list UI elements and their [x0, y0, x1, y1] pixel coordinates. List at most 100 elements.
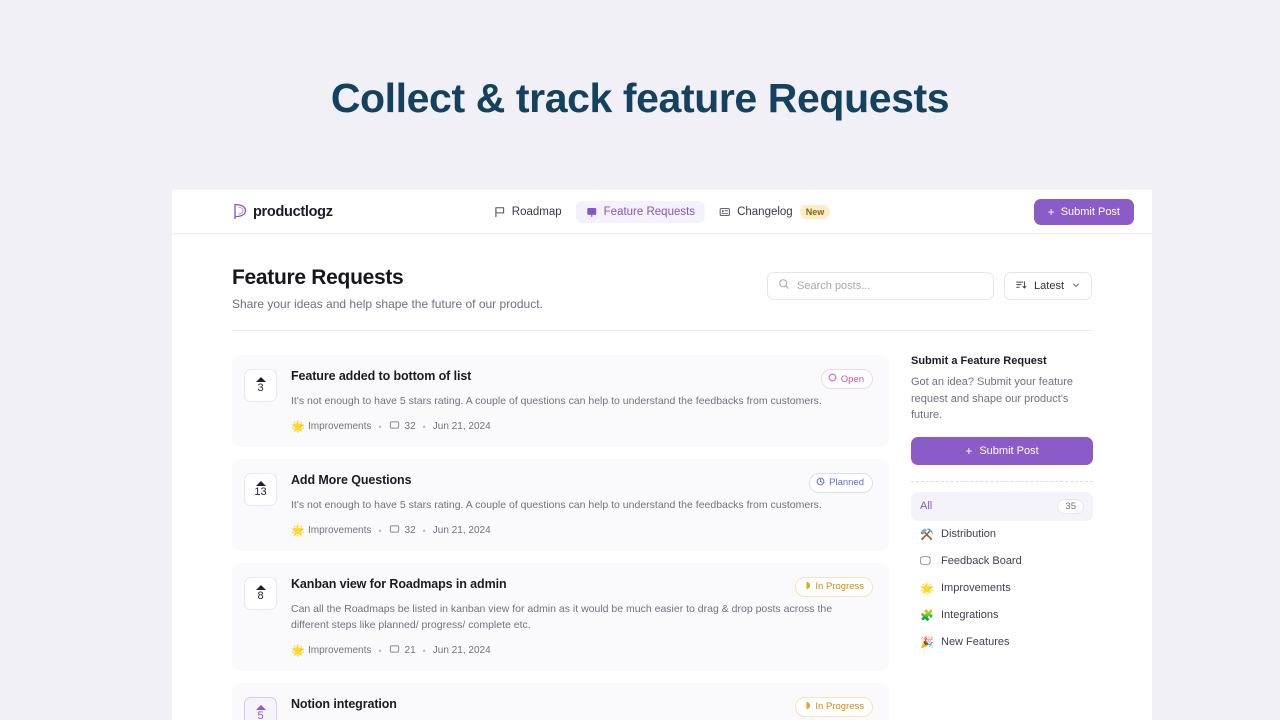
vote-count: 5	[257, 709, 264, 720]
post-description: It's not enough to have 5 stars rating. …	[291, 498, 822, 511]
status-badge: In Progress	[795, 576, 873, 597]
hero-title: Collect & track feature Requests	[330, 74, 950, 121]
separator-dot: •	[378, 645, 382, 656]
post-top-row: Add More Questions Planned	[291, 472, 873, 493]
sort-label: Latest	[1034, 280, 1064, 292]
vote-count: 13	[254, 485, 267, 498]
sort-icon	[1015, 279, 1027, 294]
post-date: Jun 21, 2024	[432, 421, 491, 433]
post-date: Jun 21, 2024	[432, 525, 491, 537]
separator-dot: •	[378, 525, 382, 536]
plus-icon: +	[965, 443, 973, 458]
separator-dot: •	[378, 421, 382, 432]
category-label: Improvements	[941, 582, 1011, 594]
search-icon	[778, 277, 790, 295]
post-date: Jun 21, 2024	[432, 645, 491, 657]
post-body: Notion integration In Progress	[291, 696, 873, 720]
vote-count: 3	[257, 382, 264, 394]
comment-count: 32	[404, 421, 416, 433]
hero-section: Collect & track feature Requests	[0, 0, 1280, 190]
post-card[interactable]: 8 Kanban view for Roadmaps in admin In P…	[232, 562, 889, 671]
post-top-row: Feature added to bottom of list Open	[291, 369, 873, 389]
flag-icon	[494, 206, 506, 218]
nav-item-roadmap[interactable]: Roadmap	[484, 201, 572, 223]
separator-dot: •	[422, 525, 426, 536]
sidebar-description: Got an idea? Submit your feature request…	[911, 376, 1074, 421]
post-card[interactable]: 3 Feature added to bottom of list Open I…	[232, 355, 889, 447]
nav-label: Roadmap	[511, 205, 562, 218]
category-label: Integrations	[941, 609, 999, 621]
category-emoji-icon: 🎉	[920, 636, 934, 649]
upvote-button[interactable]: 3	[244, 369, 277, 402]
category-emoji-icon: 🌟	[291, 421, 305, 434]
post-category: 🌟 Improvements	[291, 524, 371, 537]
submit-post-label: Submit Post	[1060, 205, 1120, 218]
page-header-text: Feature Requests Share your ideas and he…	[232, 266, 543, 311]
post-title: Add More Questions	[291, 472, 412, 487]
page-content: Feature Requests Share your ideas and he…	[172, 234, 1152, 720]
sidebar-category-distribution[interactable]: ⚒️ Distribution	[911, 521, 1093, 548]
post-card[interactable]: 5 Notion integration In Progress	[232, 682, 889, 720]
category-emoji-icon: 🌟	[291, 525, 305, 538]
nav-item-feature-requests[interactable]: Feature Requests	[575, 200, 706, 223]
category-label: Improvements	[308, 421, 372, 433]
comment-icon	[389, 644, 400, 658]
chevron-down-icon	[1071, 280, 1081, 293]
post-title: Feature added to bottom of list	[291, 369, 472, 383]
post-card[interactable]: 13 Add More Questions Planned It's not e…	[232, 458, 889, 551]
status-badge: In Progress	[795, 696, 873, 717]
category-emoji-icon: 🌟	[291, 645, 305, 658]
post-title: Kanban view for Roadmaps in admin	[291, 576, 507, 591]
post-comments: 32	[389, 524, 416, 538]
category-label: New Features	[941, 636, 1010, 648]
category-emoji-icon: 🧩	[920, 609, 934, 622]
nav-label: Feature Requests	[603, 205, 696, 218]
page-title: Feature Requests	[232, 266, 404, 289]
header-tools: Latest	[767, 272, 1092, 300]
category-emoji-icon: 🌟	[920, 582, 934, 595]
search-box[interactable]	[767, 272, 995, 300]
post-category: 🌟 Improvements	[291, 420, 371, 433]
sort-dropdown[interactable]: Latest	[1004, 272, 1092, 300]
post-description: Can all the Roadmaps be listed in kanban…	[291, 602, 833, 631]
status-label: Open	[840, 373, 864, 385]
nav-badge-new: New	[799, 204, 831, 219]
post-body: Feature added to bottom of list Open It'…	[291, 369, 873, 434]
submit-post-button-sidebar[interactable]: + Submit Post	[911, 436, 1093, 465]
category-label: Feedback Board	[941, 555, 1022, 567]
upvote-button[interactable]: 13	[244, 472, 277, 506]
brand-logo[interactable]: productlogz	[232, 203, 333, 220]
app-window: productlogz Roadmap Feature Requests Cha…	[172, 190, 1152, 720]
upvote-button[interactable]: 8	[244, 576, 277, 610]
sidebar-category-integrations[interactable]: 🧩 Integrations	[911, 602, 1093, 629]
submit-post-button-top[interactable]: + Submit Post	[1033, 198, 1134, 225]
post-description: It's not enough to have 5 stars rating. …	[291, 395, 822, 407]
nav-item-changelog[interactable]: Changelog New	[709, 200, 840, 224]
posts-feed: 3 Feature added to bottom of list Open I…	[232, 355, 889, 720]
sidebar: Submit a Feature Request Got an idea? Su…	[911, 355, 1093, 720]
sidebar-category-improvements[interactable]: 🌟 Improvements	[911, 575, 1093, 602]
top-navigation-bar: productlogz Roadmap Feature Requests Cha…	[172, 190, 1152, 234]
sidebar-category-all[interactable]: All 35	[911, 491, 1093, 521]
sidebar-divider	[911, 480, 1093, 482]
status-label: In Progress	[815, 581, 864, 593]
sidebar-category-feedback-board[interactable]: 🖵️ Feedback Board	[911, 548, 1093, 575]
status-badge: Open	[820, 369, 873, 389]
main-columns: 3 Feature added to bottom of list Open I…	[232, 331, 1093, 720]
nav-label: Changelog	[737, 205, 793, 218]
post-comments: 21	[389, 644, 416, 658]
status-label: In Progress	[815, 701, 864, 713]
vote-count: 8	[257, 589, 264, 602]
status-open-icon	[828, 373, 837, 385]
comment-icon	[389, 524, 400, 538]
productlogz-logo-icon	[232, 203, 247, 220]
upvote-button[interactable]: 5	[244, 696, 277, 720]
post-comments: 32	[389, 420, 416, 434]
status-label: Planned	[829, 477, 864, 489]
sidebar-title: Submit a Feature Request	[911, 355, 1047, 367]
sidebar-category-new-features[interactable]: 🎉 New Features	[911, 629, 1093, 656]
status-in-progress-icon	[802, 581, 811, 593]
search-input[interactable]	[797, 280, 984, 292]
status-badge: Planned	[809, 472, 873, 493]
category-label: Improvements	[308, 525, 372, 537]
